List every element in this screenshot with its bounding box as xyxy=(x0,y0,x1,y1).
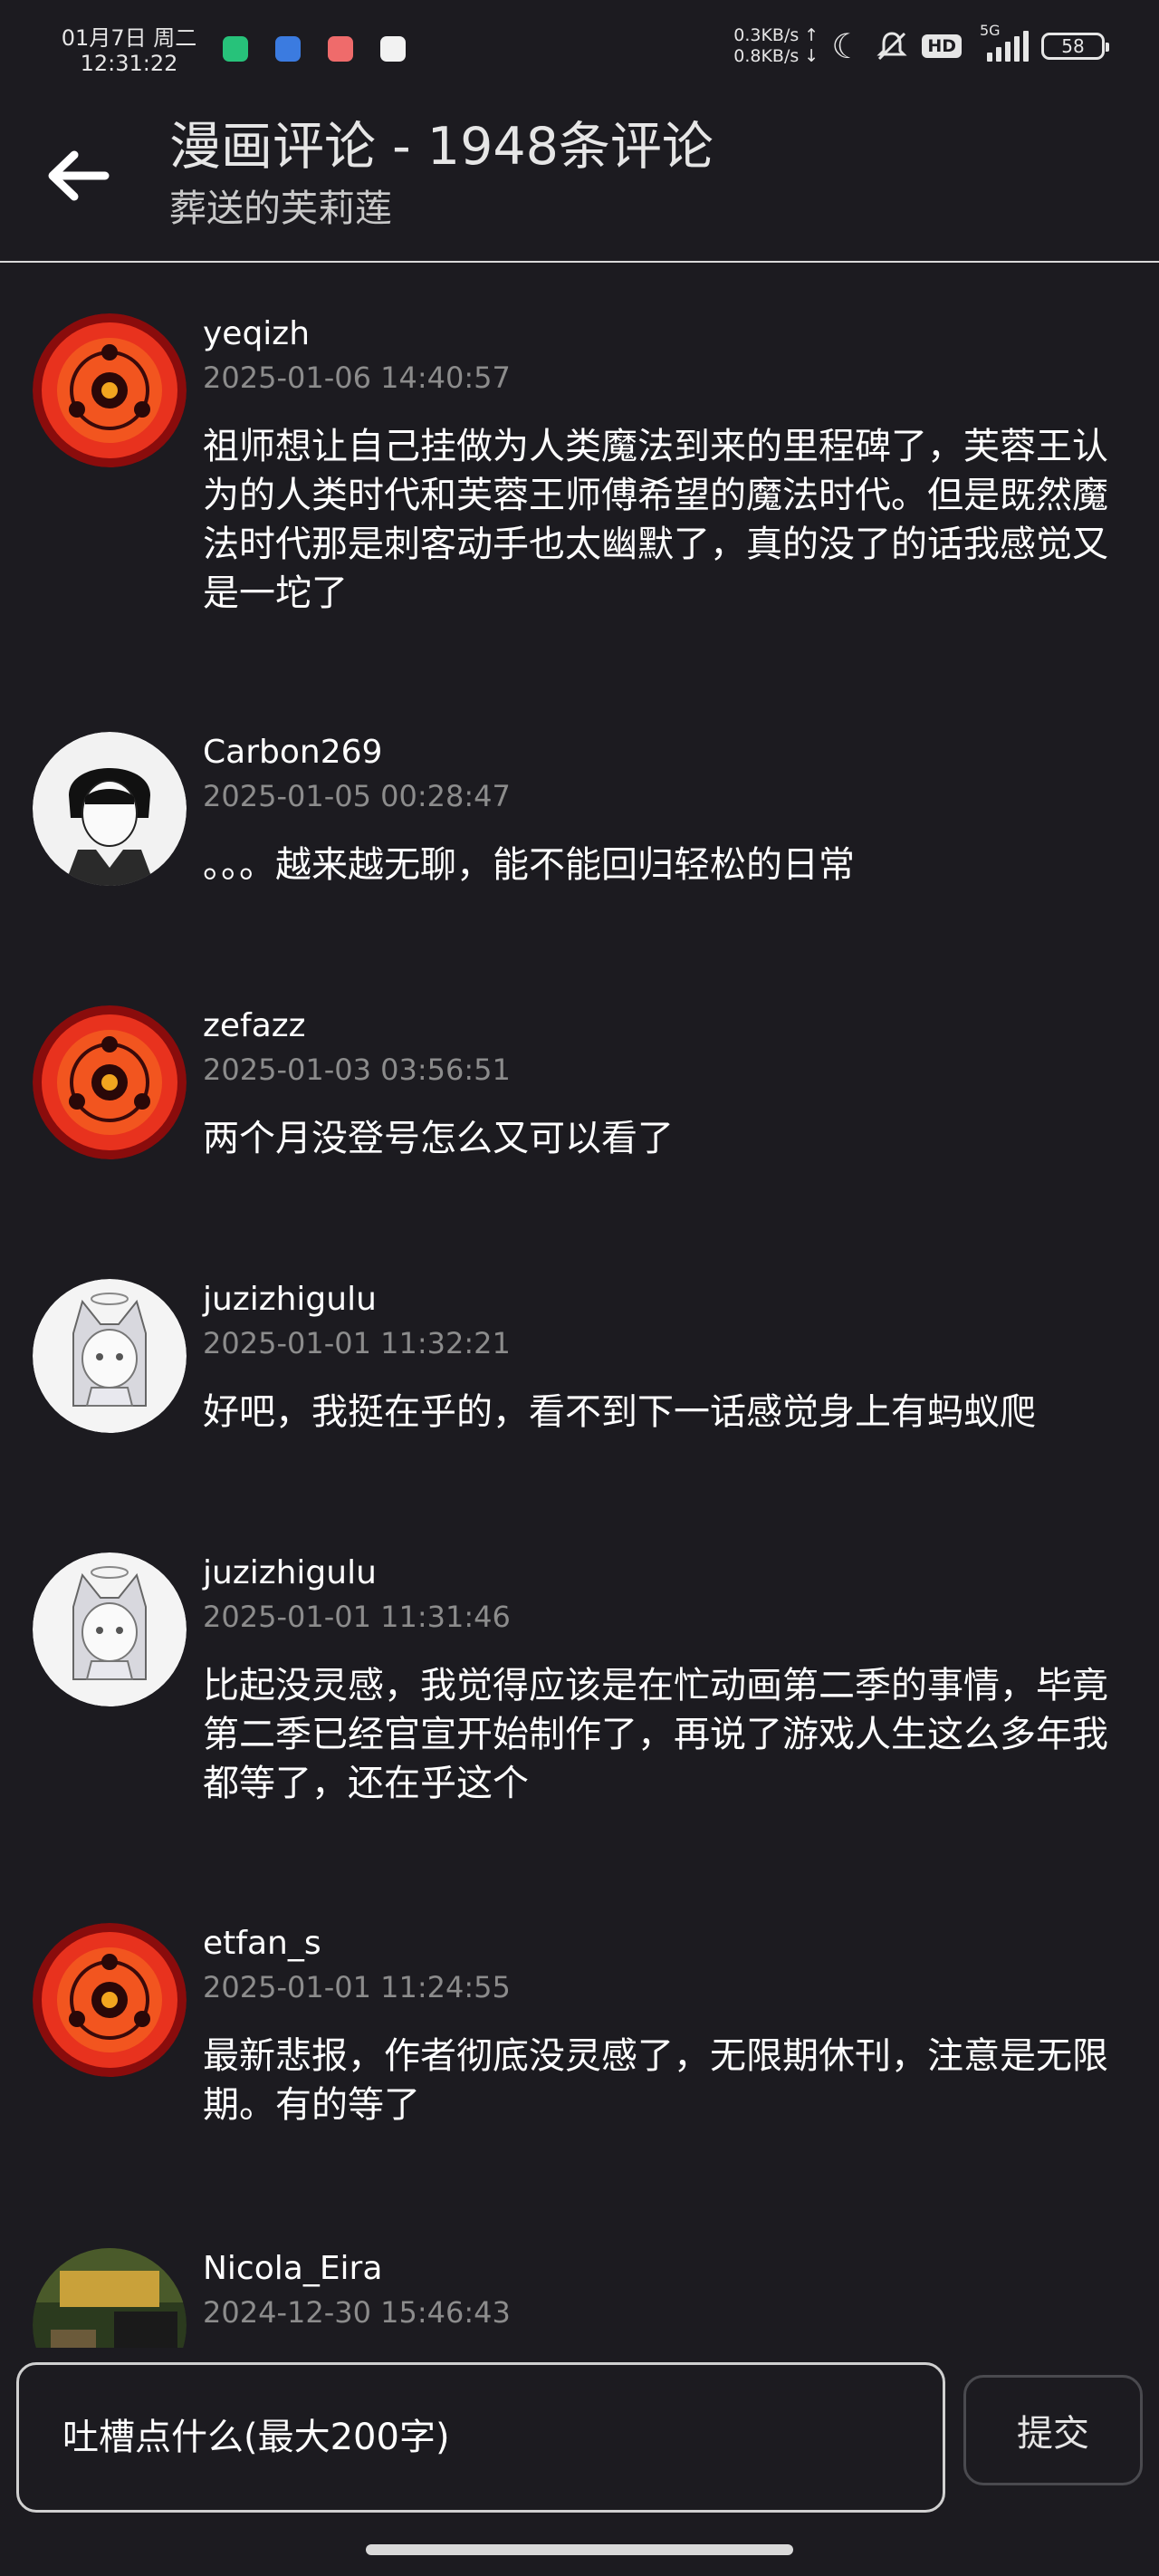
network-type: 5G xyxy=(980,22,1001,39)
comment-item: etfan_s 2025-01-01 11:24:55 最新悲报，作者彻底没灵感… xyxy=(0,1923,1159,2195)
avatar[interactable] xyxy=(33,1005,187,1159)
page-title: 漫画评论 - 1948条评论 xyxy=(169,117,714,177)
app-icon-red xyxy=(328,36,353,62)
comment-time: 2025-01-06 14:40:57 xyxy=(203,360,511,395)
avatar[interactable] xyxy=(33,2248,187,2348)
status-date: 01月7日 周二 xyxy=(61,25,197,51)
submit-button[interactable]: 提交 xyxy=(963,2375,1143,2485)
comment-time: 2024-12-30 15:46:43 xyxy=(203,2295,511,2330)
status-time: 12:31:22 xyxy=(80,51,178,76)
avatar[interactable] xyxy=(33,1279,187,1433)
comment-username[interactable]: yeqizh xyxy=(203,313,310,355)
comment-username[interactable]: zefazz xyxy=(203,1005,306,1047)
comment-text: 好吧，我挺在乎的，看不到下一话感觉身上有蚂蚁爬 xyxy=(203,1391,1036,1433)
upload-speed: 0.3KB/s xyxy=(733,25,800,45)
status-bar: 01月7日 周二 12:31:22 0.3KB/s ↑ 0.8KB/s ↓ ☾ … xyxy=(0,0,1159,91)
comment-time: 2025-01-01 11:31:46 xyxy=(203,1600,511,1634)
comment-item: juzizhigulu 2025-01-01 11:32:21 好吧，我挺在乎的… xyxy=(0,1279,1159,1505)
comment-text: 最新悲报，作者彻底没灵感了，无限期休刊，注意是无限期。有的等了 xyxy=(203,2035,1108,2126)
comment-input[interactable] xyxy=(16,2362,945,2513)
comment-item: zefazz 2025-01-03 03:56:51 两个月没登号怎么又可以看了 xyxy=(0,1005,1159,1232)
submit-button-label: 提交 xyxy=(1017,2413,1089,2455)
app-icon-white xyxy=(380,36,406,62)
battery-level: 58 xyxy=(1061,35,1085,57)
comment-text: 。。。越来越无聊，能不能回归轻松的日常 xyxy=(203,844,855,886)
comment-list[interactable]: yeqizh 2025-01-06 14:40:57 祖师想让自己挂做为人类魔法… xyxy=(0,264,1159,2348)
comment-text: 祖师想让自己挂做为人类魔法到来的里程碑了，芙蓉王认为的人类时代和芙蓉王师傅希望的… xyxy=(203,426,1108,614)
back-arrow-icon[interactable] xyxy=(42,139,114,212)
comment-item: Carbon269 2025-01-05 00:28:47 。。。越来越无聊，能… xyxy=(0,732,1159,958)
comment-text: 两个月没登号怎么又可以看了 xyxy=(203,1118,674,1159)
arrow-up-icon: ↑ xyxy=(799,25,819,45)
comment-username[interactable]: etfan_s xyxy=(203,1923,321,1965)
app-screen: 01月7日 周二 12:31:22 0.3KB/s ↑ 0.8KB/s ↓ ☾ … xyxy=(0,0,1159,2576)
comment-text: 比起没灵感，我觉得应该是在忙动画第二季的事情，毕竟第二季已经官宣开始制作了，再说… xyxy=(203,1665,1108,1804)
comment-time: 2025-01-03 03:56:51 xyxy=(203,1053,511,1087)
bell-muted-icon xyxy=(876,32,907,61)
app-icon-green xyxy=(223,36,248,62)
comment-item: yeqizh 2025-01-06 14:40:57 祖师想让自己挂做为人类魔法… xyxy=(0,313,1159,676)
network-speed: 0.3KB/s ↑ 0.8KB/s ↓ xyxy=(733,25,819,67)
hd-badge: HD xyxy=(922,34,962,58)
comment-username[interactable]: juzizhigulu xyxy=(203,1279,377,1321)
avatar[interactable] xyxy=(33,1552,187,1706)
comment-username[interactable]: juzizhigulu xyxy=(203,1552,377,1594)
avatar[interactable] xyxy=(33,1923,187,2077)
status-datetime: 01月7日 周二 12:31:22 xyxy=(54,25,204,76)
avatar[interactable] xyxy=(33,313,187,467)
comment-username[interactable]: Carbon269 xyxy=(203,732,382,774)
app-icon-blue xyxy=(275,36,301,62)
status-indicators: 0.3KB/s ↑ 0.8KB/s ↓ ☾ HD 5G 58 xyxy=(733,22,1109,67)
home-indicator[interactable] xyxy=(366,2544,793,2555)
comment-time: 2025-01-05 00:28:47 xyxy=(203,779,511,813)
app-header: 漫画评论 - 1948条评论 葬送的芙莉莲 xyxy=(0,100,1159,263)
arrow-down-icon: ↓ xyxy=(799,46,819,66)
comment-time: 2025-01-01 11:24:55 xyxy=(203,1970,511,2004)
signal-icon: 5G xyxy=(974,22,1029,62)
page-subtitle: 葬送的芙莉莲 xyxy=(169,187,392,230)
comment-item: Nicola_Eira 2024-12-30 15:46:43 xyxy=(0,2248,1159,2348)
avatar[interactable] xyxy=(33,732,187,886)
comment-username[interactable]: Nicola_Eira xyxy=(203,2248,382,2290)
battery-icon: 58 xyxy=(1041,33,1109,60)
moon-icon: ☾ xyxy=(831,26,863,66)
download-speed: 0.8KB/s xyxy=(733,46,800,66)
comment-item: juzizhigulu 2025-01-01 11:31:46 比起没灵感，我觉… xyxy=(0,1552,1159,1870)
notification-app-icons xyxy=(223,36,406,62)
comment-time: 2025-01-01 11:32:21 xyxy=(203,1326,511,1360)
